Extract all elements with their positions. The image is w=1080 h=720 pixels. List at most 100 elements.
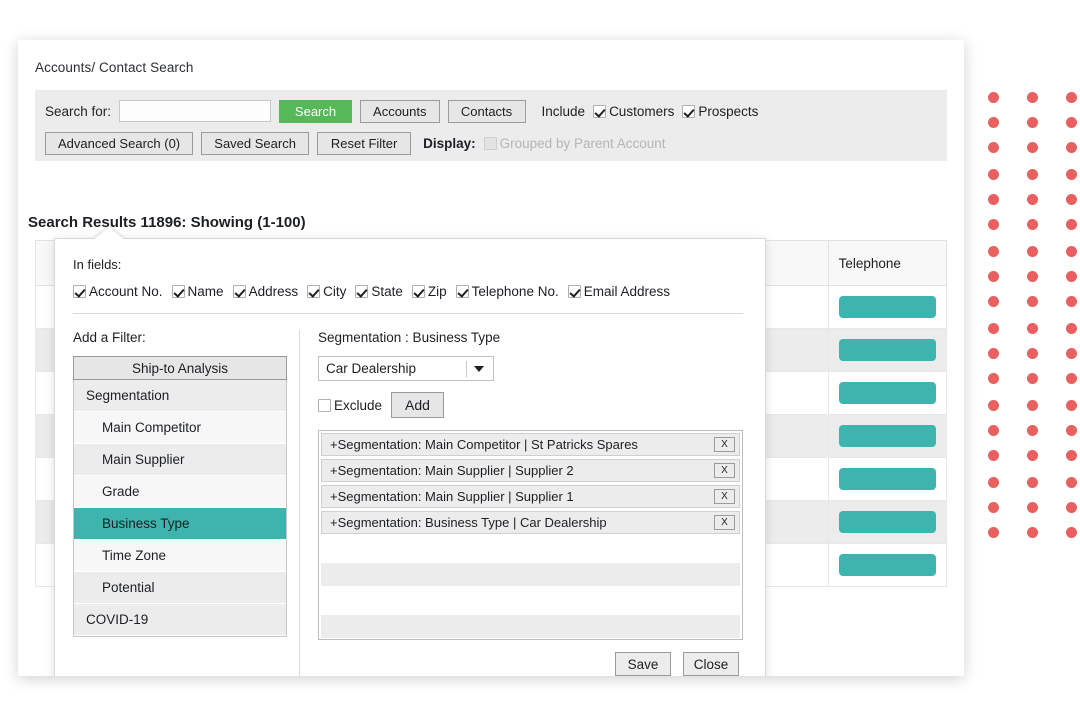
remove-filter-button[interactable]: X (714, 437, 735, 452)
decorative-dot (1066, 502, 1077, 513)
decorative-dot (988, 527, 999, 538)
applied-filter-label: +Segmentation: Main Supplier | Supplier … (330, 463, 574, 478)
cell-telephone (828, 501, 946, 544)
filter-tree-item-grade[interactable]: Grade (74, 476, 286, 508)
decorative-dot (988, 194, 999, 205)
filter-tree-item-business-type[interactable]: Business Type (74, 508, 286, 540)
search-input[interactable] (119, 100, 271, 122)
applied-filter-chip[interactable]: +Segmentation: Main Supplier | Supplier … (321, 485, 740, 508)
decorative-dot (1066, 169, 1077, 180)
decorative-dot (1066, 450, 1077, 461)
decorative-dot (1027, 117, 1038, 128)
reset-filter-button[interactable]: Reset Filter (317, 132, 411, 155)
decorative-dot (1066, 219, 1077, 230)
filter-tree-item-time-zone[interactable]: Time Zone (74, 540, 286, 572)
in-field-label: State (371, 284, 403, 299)
dot-row (988, 142, 1077, 153)
remove-filter-button[interactable]: X (714, 515, 735, 530)
ship-to-analysis-button[interactable]: Ship-to Analysis (73, 356, 287, 380)
decorative-dot (1066, 246, 1077, 257)
filter-tree-item-covid-19[interactable]: COVID-19 (74, 604, 286, 636)
in-field-checkbox-telephone-no[interactable]: Telephone No. (456, 284, 559, 299)
advanced-search-button[interactable]: Advanced Search (0) (45, 132, 193, 155)
applied-filters-list: +Segmentation: Main Competitor | St Patr… (318, 430, 743, 640)
add-filter-button[interactable]: Add (391, 392, 444, 418)
filter-tree-item-label: Time Zone (102, 548, 166, 563)
cell-telephone (828, 372, 946, 415)
cell-telephone (828, 544, 946, 587)
include-prospects-checkbox[interactable]: Prospects (682, 104, 758, 119)
dot-row (988, 219, 1077, 230)
redacted-telephone-value (839, 339, 936, 361)
business-type-select[interactable]: Car Dealership (318, 356, 494, 381)
in-field-checkbox-state[interactable]: State (355, 284, 403, 299)
in-field-checkbox-city[interactable]: City (307, 284, 346, 299)
dot-row (988, 271, 1077, 282)
applied-filter-chip[interactable]: +Segmentation: Main Competitor | St Patr… (321, 433, 740, 456)
toolbar-row-secondary: Advanced Search (0) Saved Search Reset F… (45, 130, 937, 156)
in-field-label: Telephone No. (472, 284, 559, 299)
in-field-checkbox-address[interactable]: Address (233, 284, 299, 299)
redacted-telephone-value (839, 382, 936, 404)
contacts-tab-button[interactable]: Contacts (448, 100, 526, 123)
decorative-dot (1027, 527, 1038, 538)
redacted-telephone-value (839, 511, 936, 533)
dot-group (988, 169, 1077, 230)
dot-row (988, 425, 1077, 436)
applied-filter-chip[interactable]: +Segmentation: Business Type | Car Deale… (321, 511, 740, 534)
decorative-dot (988, 296, 999, 307)
dot-row (988, 323, 1077, 334)
add-a-filter-label: Add a Filter: (73, 330, 287, 345)
applied-filter-chip[interactable]: +Segmentation: Main Supplier | Supplier … (321, 459, 740, 482)
remove-filter-button[interactable]: X (714, 489, 735, 504)
close-button[interactable]: Close (683, 652, 739, 676)
dot-row (988, 400, 1077, 411)
saved-search-button[interactable]: Saved Search (201, 132, 309, 155)
in-field-label: City (323, 284, 346, 299)
in-field-checkbox-account-no[interactable]: Account No. (73, 284, 163, 299)
decorative-dot (1027, 450, 1038, 461)
decorative-dot (988, 477, 999, 488)
filter-tree-item-potential[interactable]: Potential (74, 572, 286, 604)
decorative-dot (988, 502, 999, 513)
in-field-checkbox-name[interactable]: Name (172, 284, 224, 299)
remove-filter-button[interactable]: X (714, 463, 735, 478)
grouped-by-parent-label: Grouped by Parent Account (500, 136, 666, 151)
modal-columns: Add a Filter: Ship-to Analysis Segmentat… (73, 330, 743, 676)
chevron-down-icon (474, 366, 484, 372)
in-field-label: Account No. (89, 284, 163, 299)
filter-tree-item-main-competitor[interactable]: Main Competitor (74, 412, 286, 444)
decorative-dot (1027, 169, 1038, 180)
in-field-label: Email Address (584, 284, 670, 299)
dot-row (988, 348, 1077, 359)
modal-content: In fields: Account No.NameAddressCitySta… (55, 239, 765, 676)
applied-filter-empty-row (321, 615, 740, 638)
results-heading: Search Results 11896: Showing (1-100) (28, 214, 306, 231)
save-button[interactable]: Save (615, 652, 671, 676)
filter-picker-panel: Add a Filter: Ship-to Analysis Segmentat… (73, 330, 287, 676)
in-field-checkbox-zip[interactable]: Zip (412, 284, 447, 299)
decorative-dot (1027, 502, 1038, 513)
search-button[interactable]: Search (279, 100, 352, 123)
in-fields-checkbox-group: Account No. Name Address City State Zip Teleph… (73, 284, 743, 299)
checkbox-icon (593, 105, 606, 118)
decorative-dot (1066, 92, 1077, 103)
include-customers-checkbox[interactable]: Customers (593, 104, 674, 119)
checkbox-icon (172, 285, 185, 298)
applied-filter-label: +Segmentation: Main Supplier | Supplier … (330, 489, 574, 504)
filter-tree-item-segmentation[interactable]: Segmentation (74, 380, 286, 412)
filter-tree-item-main-supplier[interactable]: Main Supplier (74, 444, 286, 476)
grouped-by-parent-checkbox[interactable]: Grouped by Parent Account (484, 136, 666, 151)
checkbox-icon (233, 285, 246, 298)
checkbox-icon (682, 105, 695, 118)
checkbox-icon (484, 137, 497, 150)
decorative-dot (988, 246, 999, 257)
cell-telephone (828, 458, 946, 501)
dot-group (988, 477, 1077, 538)
in-field-checkbox-email-address[interactable]: Email Address (568, 284, 670, 299)
exclude-checkbox[interactable]: Exclude (318, 398, 382, 413)
breadcrumb: Accounts/ Contact Search (35, 60, 193, 75)
accounts-tab-button[interactable]: Accounts (360, 100, 439, 123)
include-label: Include (542, 104, 586, 119)
decorative-dot (1027, 142, 1038, 153)
